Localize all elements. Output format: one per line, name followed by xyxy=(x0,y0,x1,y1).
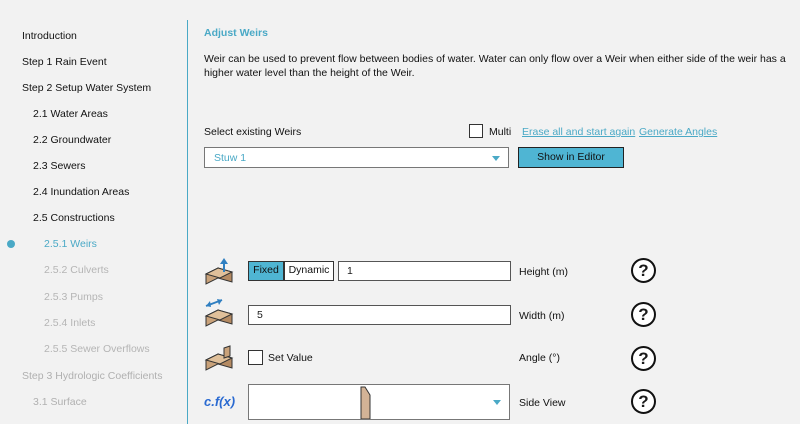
multi-label: Multi xyxy=(489,126,512,138)
select-weirs-label: Select existing Weirs xyxy=(204,126,302,138)
weir-angle-icon xyxy=(204,345,234,371)
chevron-down-icon xyxy=(493,400,501,405)
weir-select-value: Stuw 1 xyxy=(214,152,247,164)
page-title: Adjust Weirs xyxy=(204,27,268,39)
width-input[interactable]: 5 xyxy=(248,305,511,325)
height-help-icon[interactable]: ? xyxy=(631,258,656,283)
sidebar-item-constructions[interactable]: 2.5 Constructions xyxy=(33,212,115,224)
sidebar-item-step1-rain-event[interactable]: Step 1 Rain Event xyxy=(22,56,107,68)
multi-checkbox[interactable] xyxy=(469,124,483,138)
height-input[interactable]: 1 xyxy=(338,261,511,281)
weir-height-icon xyxy=(204,258,234,285)
sidebar-item-sewers[interactable]: 2.3 Sewers xyxy=(33,160,86,172)
sidebar-item-culverts[interactable]: 2.5.2 Culverts xyxy=(44,264,109,276)
weir-select-dropdown[interactable]: Stuw 1 xyxy=(204,147,509,168)
sidebar-item-water-areas[interactable]: 2.1 Water Areas xyxy=(33,108,108,120)
sidebar-item-step3-hydrologic-coefficients[interactable]: Step 3 Hydrologic Coefficients xyxy=(22,370,162,382)
erase-all-link[interactable]: Erase all and start again xyxy=(522,126,635,138)
side-view-help-icon[interactable]: ? xyxy=(631,389,656,414)
width-help-icon[interactable]: ? xyxy=(631,302,656,327)
width-label: Width (m) xyxy=(519,310,565,322)
generate-angles-link[interactable]: Generate Angles xyxy=(639,126,717,138)
sidebar-item-weirs[interactable]: 2.5.1 Weirs xyxy=(44,238,97,250)
function-icon: c.f(x) xyxy=(204,394,236,409)
active-indicator-dot xyxy=(7,240,15,248)
sidebar-item-surface[interactable]: 3.1 Surface xyxy=(33,396,87,408)
show-in-editor-button[interactable]: Show in Editor xyxy=(518,147,624,168)
sidebar-item-introduction[interactable]: Introduction xyxy=(22,30,77,42)
sidebar-item-pumps[interactable]: 2.5.3 Pumps xyxy=(44,291,103,303)
weir-width-icon xyxy=(204,299,234,327)
set-value-checkbox[interactable] xyxy=(248,350,263,365)
sidebar-item-groundwater[interactable]: 2.2 Groundwater xyxy=(33,134,111,146)
side-view-dropdown[interactable] xyxy=(248,384,510,420)
side-view-profile-icon xyxy=(360,386,371,419)
height-fixed-toggle[interactable]: Fixed xyxy=(248,261,284,281)
height-dynamic-toggle[interactable]: Dynamic xyxy=(284,261,334,281)
side-view-label: Side View xyxy=(519,397,566,409)
angle-label: Angle (°) xyxy=(519,352,560,364)
angle-help-icon[interactable]: ? xyxy=(631,346,656,371)
page-description: Weir can be used to prevent flow between… xyxy=(204,53,786,79)
sidebar-item-inundation-areas[interactable]: 2.4 Inundation Areas xyxy=(33,186,129,198)
sidebar-item-sewer-overflows[interactable]: 2.5.5 Sewer Overflows xyxy=(44,343,150,355)
chevron-down-icon xyxy=(492,156,500,161)
sidebar-item-inlets[interactable]: 2.5.4 Inlets xyxy=(44,317,95,329)
sidebar: Introduction Step 1 Rain Event Step 2 Se… xyxy=(0,0,186,424)
main-panel: Adjust Weirs Weir can be used to prevent… xyxy=(188,0,800,424)
sidebar-item-step2-setup-water-system[interactable]: Step 2 Setup Water System xyxy=(22,82,151,94)
height-label: Height (m) xyxy=(519,266,569,278)
set-value-label: Set Value xyxy=(268,352,313,364)
